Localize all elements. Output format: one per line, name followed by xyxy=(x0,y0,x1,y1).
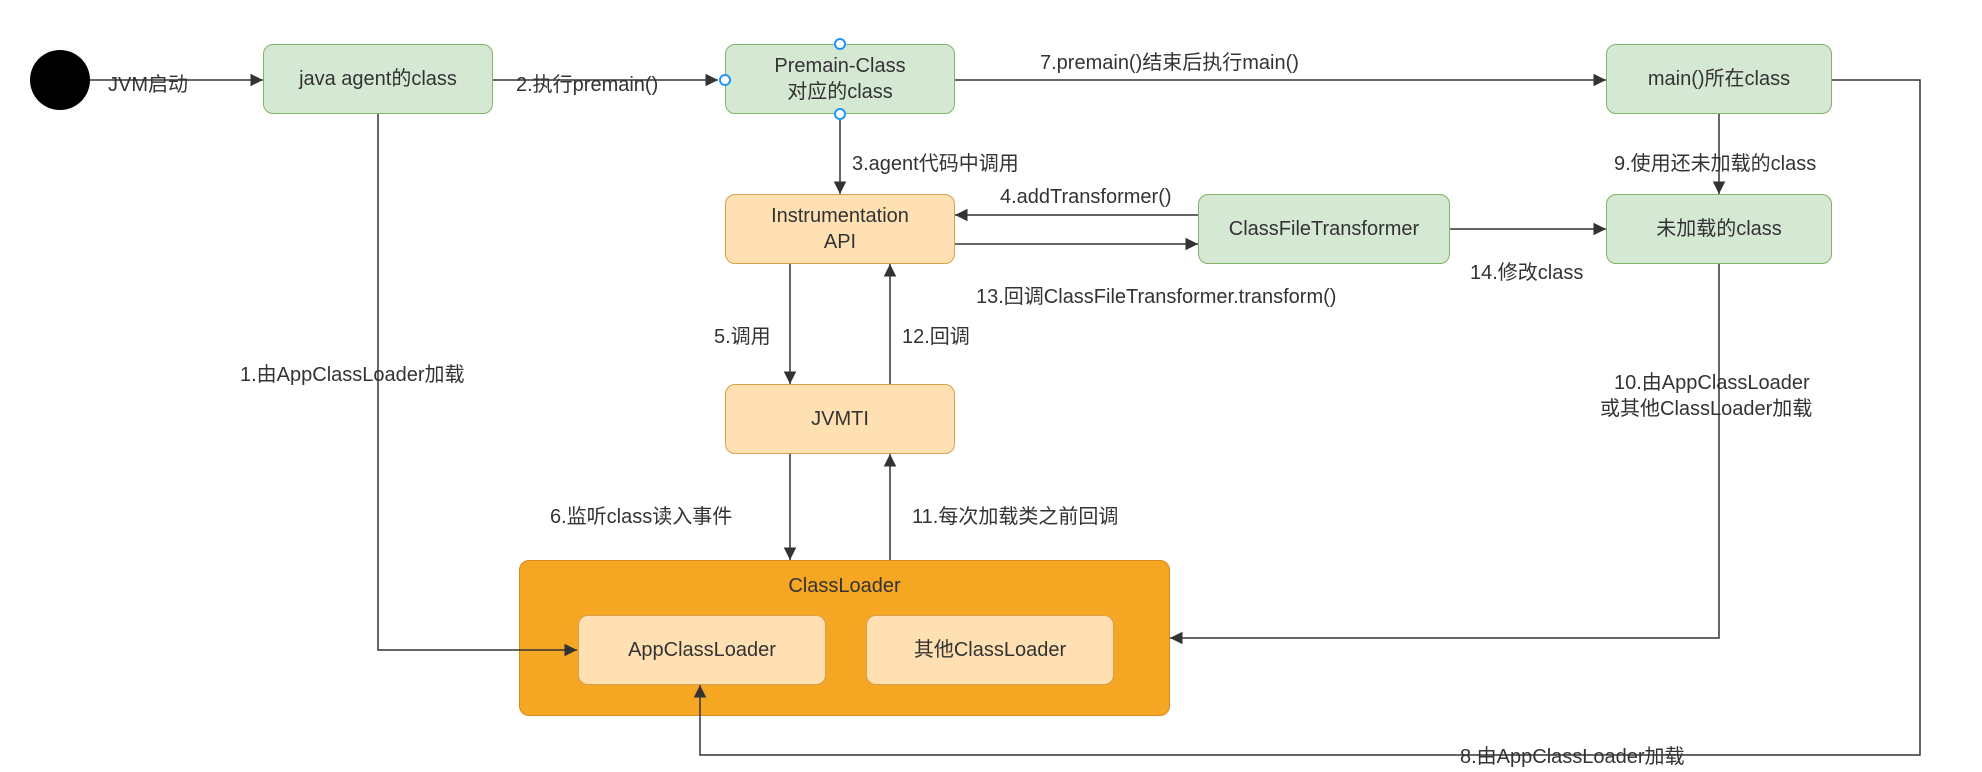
node-unloaded-label: 未加载的class xyxy=(1656,216,1782,242)
node-appcl-label: AppClassLoader xyxy=(628,637,776,663)
node-instrumentation-api: Instrumentation API xyxy=(725,194,955,264)
edge-label-14: 14.修改class xyxy=(1470,256,1583,285)
node-main-class-label: main()所在class xyxy=(1648,66,1790,92)
edge-label-10b: 或其他ClassLoader加载 xyxy=(1600,392,1812,421)
edge-label-9: 9.使用还未加载的class xyxy=(1614,147,1816,176)
edge-label-1: 1.由AppClassLoader加载 xyxy=(240,358,465,387)
edge-label-start: JVM启动 xyxy=(108,68,188,97)
edge-label-3: 3.agent代码中调用 xyxy=(852,147,1019,176)
node-instr-label: Instrumentation API xyxy=(771,203,909,255)
node-classloader-group: ClassLoader AppClassLoader 其他ClassLoader xyxy=(519,560,1170,716)
edge-label-4: 4.addTransformer() xyxy=(1000,186,1172,209)
diagram-root: java agent的class Premain-Class 对应的class … xyxy=(0,0,1982,772)
edge-label-7: 7.premain()结束后执行main() xyxy=(1040,46,1299,75)
node-jvmti: JVMTI xyxy=(725,384,955,454)
node-jvmti-label: JVMTI xyxy=(811,406,869,432)
port-icon xyxy=(834,38,846,50)
node-classfiletransformer: ClassFileTransformer xyxy=(1198,194,1450,264)
node-unloaded-class: 未加载的class xyxy=(1606,194,1832,264)
node-othercl-label: 其他ClassLoader xyxy=(914,637,1066,663)
node-java-agent: java agent的class xyxy=(263,44,493,114)
edge-label-12: 12.回调 xyxy=(902,320,970,349)
node-cft-label: ClassFileTransformer xyxy=(1229,216,1419,242)
node-java-agent-label: java agent的class xyxy=(299,66,457,92)
classloader-group-title: ClassLoader xyxy=(520,573,1169,599)
node-premain-class: Premain-Class 对应的class xyxy=(725,44,955,114)
node-other-classloader: 其他ClassLoader xyxy=(866,615,1114,685)
start-node xyxy=(30,50,90,110)
node-app-classloader: AppClassLoader xyxy=(578,615,826,685)
edge-label-5: 5.调用 xyxy=(714,320,771,349)
port-icon xyxy=(834,108,846,120)
edge-label-11: 11.每次加载类之前回调 xyxy=(912,500,1118,529)
node-premain-class-label: Premain-Class 对应的class xyxy=(774,53,905,105)
edge-label-13: 13.回调ClassFileTransformer.transform() xyxy=(976,280,1336,309)
edge-label-10a: 10.由AppClassLoader xyxy=(1614,366,1810,395)
port-icon xyxy=(719,74,731,86)
edge-label-8: 8.由AppClassLoader加载 xyxy=(1460,740,1685,769)
node-main-class: main()所在class xyxy=(1606,44,1832,114)
edge-label-6: 6.监听class读入事件 xyxy=(550,500,732,529)
edge-label-2: 2.执行premain() xyxy=(516,68,658,97)
